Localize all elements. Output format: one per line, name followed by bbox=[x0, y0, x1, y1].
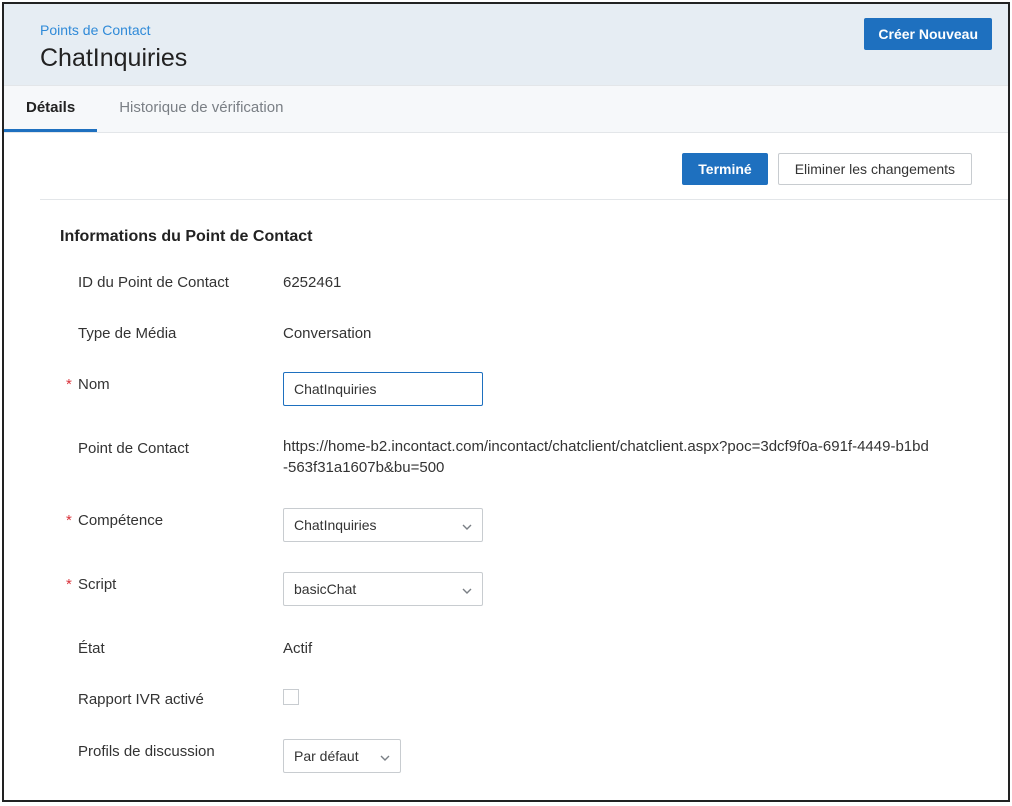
skill-select[interactable]: ChatInquiries bbox=[283, 508, 483, 542]
chevron-down-icon bbox=[462, 581, 472, 597]
tabs-bar: Détails Historique de vérification bbox=[4, 85, 1008, 133]
poc-id-label: ID du Point de Contact bbox=[78, 270, 283, 291]
name-input[interactable] bbox=[283, 372, 483, 406]
done-button[interactable]: Terminé bbox=[682, 153, 767, 185]
section-title: Informations du Point de Contact bbox=[4, 200, 1008, 270]
script-label: Script bbox=[78, 572, 283, 593]
script-select[interactable]: basicChat bbox=[283, 572, 483, 606]
form: ID du Point de Contact 6252461 Type de M… bbox=[4, 270, 1008, 802]
skill-select-value: ChatInquiries bbox=[294, 517, 377, 533]
breadcrumb-link[interactable]: Points de Contact bbox=[4, 4, 1008, 38]
tab-audit-history[interactable]: Historique de vérification bbox=[97, 86, 305, 132]
skill-label: Compétence bbox=[78, 508, 283, 529]
name-label: Nom bbox=[78, 372, 283, 393]
poc-label: Point de Contact bbox=[78, 436, 283, 457]
chevron-down-icon bbox=[462, 517, 472, 533]
media-type-label: Type de Média bbox=[78, 321, 283, 342]
discard-button[interactable]: Eliminer les changements bbox=[778, 153, 972, 185]
create-new-button[interactable]: Créer Nouveau bbox=[864, 18, 992, 50]
state-label: État bbox=[78, 636, 283, 657]
media-type-value: Conversation bbox=[283, 321, 952, 342]
poc-id-value: 6252461 bbox=[283, 270, 952, 291]
ivr-label: Rapport IVR activé bbox=[78, 687, 283, 708]
chat-profile-select[interactable]: Par défaut bbox=[283, 739, 401, 773]
script-select-value: basicChat bbox=[294, 581, 356, 597]
actions-bar: Terminé Eliminer les changements bbox=[4, 133, 1008, 199]
page-title: ChatInquiries bbox=[4, 38, 1008, 85]
header: Points de Contact ChatInquiries Créer No… bbox=[4, 4, 1008, 85]
chevron-down-icon bbox=[380, 748, 390, 764]
chat-profile-label: Profils de discussion bbox=[78, 739, 283, 760]
poc-url: https://home-b2.incontact.com/incontact/… bbox=[283, 436, 933, 478]
chat-profile-select-value: Par défaut bbox=[294, 748, 359, 764]
ivr-checkbox[interactable] bbox=[283, 689, 299, 705]
state-value: Actif bbox=[283, 636, 952, 657]
tab-details[interactable]: Détails bbox=[4, 86, 97, 132]
